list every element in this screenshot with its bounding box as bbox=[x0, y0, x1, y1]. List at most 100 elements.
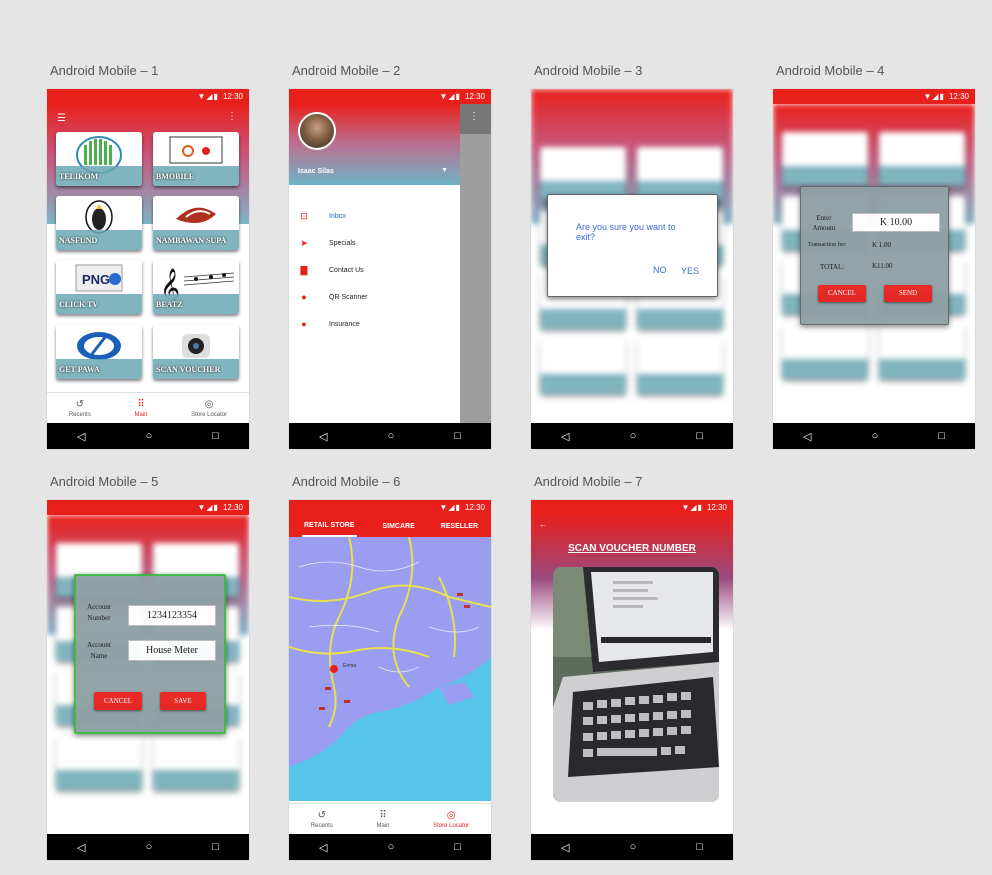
recents-square-icon[interactable]: □ bbox=[938, 430, 945, 442]
home-icon[interactable]: ○ bbox=[146, 841, 153, 853]
fee-value: K 1.00 bbox=[872, 241, 892, 249]
account-name-input[interactable]: House Meter bbox=[128, 640, 216, 661]
recents-square-icon[interactable]: □ bbox=[454, 841, 461, 853]
system-navigation-bar: ◁ ○ □ bbox=[47, 423, 249, 449]
artboard-label-1: Android Mobile – 1 bbox=[50, 63, 159, 78]
dropdown-arrow-icon[interactable]: ▼ bbox=[441, 167, 448, 174]
back-icon[interactable]: ◁ bbox=[561, 430, 569, 443]
home-icon[interactable]: ○ bbox=[388, 841, 395, 853]
back-arrow-icon[interactable]: ← bbox=[539, 520, 547, 529]
send-button[interactable]: SEND bbox=[884, 285, 932, 302]
nav-store-locator[interactable]: ◎ Store Locator bbox=[191, 399, 227, 418]
bmobile-logo-icon bbox=[169, 136, 223, 164]
account-number-input[interactable]: 1234123354 bbox=[128, 605, 216, 626]
phone-4-payment-dialog: ▼◢▮ 12:30 Enter Amount K 10.00 Transactio… bbox=[773, 89, 975, 449]
tile-get-pawa[interactable]: GET PAWA bbox=[56, 325, 142, 379]
recents-square-icon[interactable]: □ bbox=[212, 841, 219, 853]
artboard-label-4: Android Mobile – 4 bbox=[776, 63, 885, 78]
bottom-navigation: ↺ Recents ⠿ Main ◎ Store Locator bbox=[47, 392, 249, 423]
back-icon[interactable]: ◁ bbox=[319, 841, 327, 854]
signal-battery-icon: ▼◢▮ bbox=[681, 503, 703, 512]
phone-6-store-map: ▼◢▮ 12:30 RETAIL STORE SIMCARE RESELLER E… bbox=[289, 500, 491, 860]
recents-square-icon[interactable]: □ bbox=[454, 430, 461, 442]
yes-button[interactable]: YES bbox=[681, 266, 699, 276]
hamburger-menu-icon[interactable]: ☰ bbox=[57, 113, 66, 124]
no-button[interactable]: NO bbox=[653, 265, 667, 275]
camera-preview[interactable] bbox=[553, 567, 719, 802]
location-pin-icon: ◎ bbox=[446, 809, 456, 821]
inbox-icon: ⊡ bbox=[300, 211, 308, 221]
phone-5-account-dialog: ▼◢▮ 12:30 Account Number 1234123354 Accou… bbox=[47, 500, 249, 860]
drawer-item-specials[interactable]: ➤ Specials bbox=[299, 238, 355, 249]
home-icon[interactable]: ○ bbox=[630, 841, 637, 853]
save-button[interactable]: SAVE bbox=[160, 692, 206, 710]
cancel-button[interactable]: CANCEL bbox=[94, 692, 142, 710]
home-icon[interactable]: ○ bbox=[388, 430, 395, 442]
back-icon[interactable]: ◁ bbox=[319, 430, 327, 443]
phone-1-home: ▼◢▮ 12:30 ☰ ⋮ TELIKOM BMOBILE NASFUND NA… bbox=[47, 89, 249, 449]
enter-amount-label: Enter Amount bbox=[812, 214, 836, 232]
signal-battery-icon: ▼◢▮ bbox=[439, 92, 461, 101]
tile-scan-voucher[interactable]: SCAN VOUCHER bbox=[153, 325, 239, 379]
home-icon[interactable]: ○ bbox=[872, 430, 879, 442]
artboard-label-6: Android Mobile – 6 bbox=[292, 474, 401, 489]
amount-input[interactable]: K 10.00 bbox=[852, 213, 940, 232]
drawer-item-insurance[interactable]: ● Insurance bbox=[299, 319, 359, 329]
nav-store-locator[interactable]: ◎ Store Locator bbox=[433, 810, 469, 829]
camera-preview-image bbox=[553, 567, 719, 802]
status-bar: ▼◢▮ 12:30 bbox=[289, 89, 491, 104]
back-icon[interactable]: ◁ bbox=[77, 430, 85, 443]
tile-beatz[interactable]: 𝄞 BEATZ bbox=[153, 260, 239, 314]
user-name: Isaac Silas bbox=[298, 168, 334, 175]
tile-click-tv[interactable]: PNG CLICK TV bbox=[56, 260, 142, 314]
account-dialog: Account Number 1234123354 Account Name H… bbox=[74, 574, 226, 734]
status-bar: ▼◢▮ 12:30 bbox=[47, 500, 249, 515]
recents-square-icon[interactable]: □ bbox=[696, 430, 703, 442]
tile-label: CLICK TV bbox=[59, 300, 99, 309]
trash-icon: ▇ bbox=[300, 265, 308, 275]
home-icon[interactable]: ○ bbox=[630, 430, 637, 442]
navigation-drawer: Isaac Silas ▼ ⊡ Inbox ➤ Specials ▇ Contact … bbox=[289, 104, 460, 423]
artboard-label-2: Android Mobile – 2 bbox=[292, 63, 401, 78]
drawer-item-qr-scanner[interactable]: ● QR Scanner bbox=[299, 292, 367, 302]
more-vert-icon[interactable]: ⋮ bbox=[227, 111, 237, 122]
nav-main[interactable]: ⠿ Main bbox=[134, 399, 147, 418]
map-tabs: RETAIL STORE SIMCARE RESELLER bbox=[289, 515, 491, 537]
drawer-item-contact-us[interactable]: ▇ Contact Us bbox=[299, 265, 364, 276]
system-navigation-bar: ◁ ○ □ bbox=[773, 423, 975, 449]
avatar[interactable] bbox=[298, 112, 336, 150]
artboard-label-7: Android Mobile – 7 bbox=[534, 474, 643, 489]
history-icon: ↺ bbox=[75, 398, 85, 410]
alert-icon: ● bbox=[301, 292, 307, 302]
tile-nasfund[interactable]: NASFUND bbox=[56, 196, 142, 250]
cancel-button[interactable]: CANCEL bbox=[818, 285, 866, 302]
phone-2-drawer: ▼◢▮ 12:30 ⋮ Isaac Silas ▼ ⊡ Inbox ➤ Special… bbox=[289, 89, 491, 449]
tile-label: BEATZ bbox=[156, 300, 183, 309]
alert-icon: ● bbox=[301, 319, 307, 329]
home-icon[interactable]: ○ bbox=[146, 430, 153, 442]
back-icon[interactable]: ◁ bbox=[77, 841, 85, 854]
tab-retail-store[interactable]: RETAIL STORE bbox=[301, 516, 357, 537]
store-map[interactable]: Erima bbox=[289, 537, 491, 801]
tile-telikom[interactable]: TELIKOM bbox=[56, 132, 142, 186]
tile-label: BMOBILE bbox=[156, 172, 195, 181]
system-navigation-bar: ◁ ○ □ bbox=[531, 834, 733, 860]
tile-nambawan-supa[interactable]: NAMBAWAN SUPA bbox=[153, 196, 239, 250]
recents-square-icon[interactable]: □ bbox=[696, 841, 703, 853]
nav-recents[interactable]: ↺ Recents bbox=[311, 810, 333, 829]
nav-main[interactable]: ⠿ Main bbox=[376, 810, 389, 829]
location-pin-icon bbox=[330, 665, 338, 673]
tab-simcare[interactable]: SIMCARE bbox=[382, 523, 414, 530]
tab-reseller[interactable]: RESELLER bbox=[441, 523, 478, 530]
tile-label: SCAN VOUCHER bbox=[156, 365, 221, 374]
back-icon[interactable]: ◁ bbox=[803, 430, 811, 443]
more-vert-icon[interactable]: ⋮ bbox=[469, 111, 479, 122]
recents-square-icon[interactable]: □ bbox=[212, 430, 219, 442]
status-bar: ▼◢▮ 12:30 bbox=[531, 500, 733, 515]
artboard-label-5: Android Mobile – 5 bbox=[50, 474, 159, 489]
nav-recents[interactable]: ↺ Recents bbox=[69, 399, 91, 418]
status-bar: ▼◢▮ 12:30 bbox=[47, 89, 249, 104]
back-icon[interactable]: ◁ bbox=[561, 841, 569, 854]
tile-bmobile[interactable]: BMOBILE bbox=[153, 132, 239, 186]
drawer-item-inbox[interactable]: ⊡ Inbox bbox=[299, 211, 346, 222]
